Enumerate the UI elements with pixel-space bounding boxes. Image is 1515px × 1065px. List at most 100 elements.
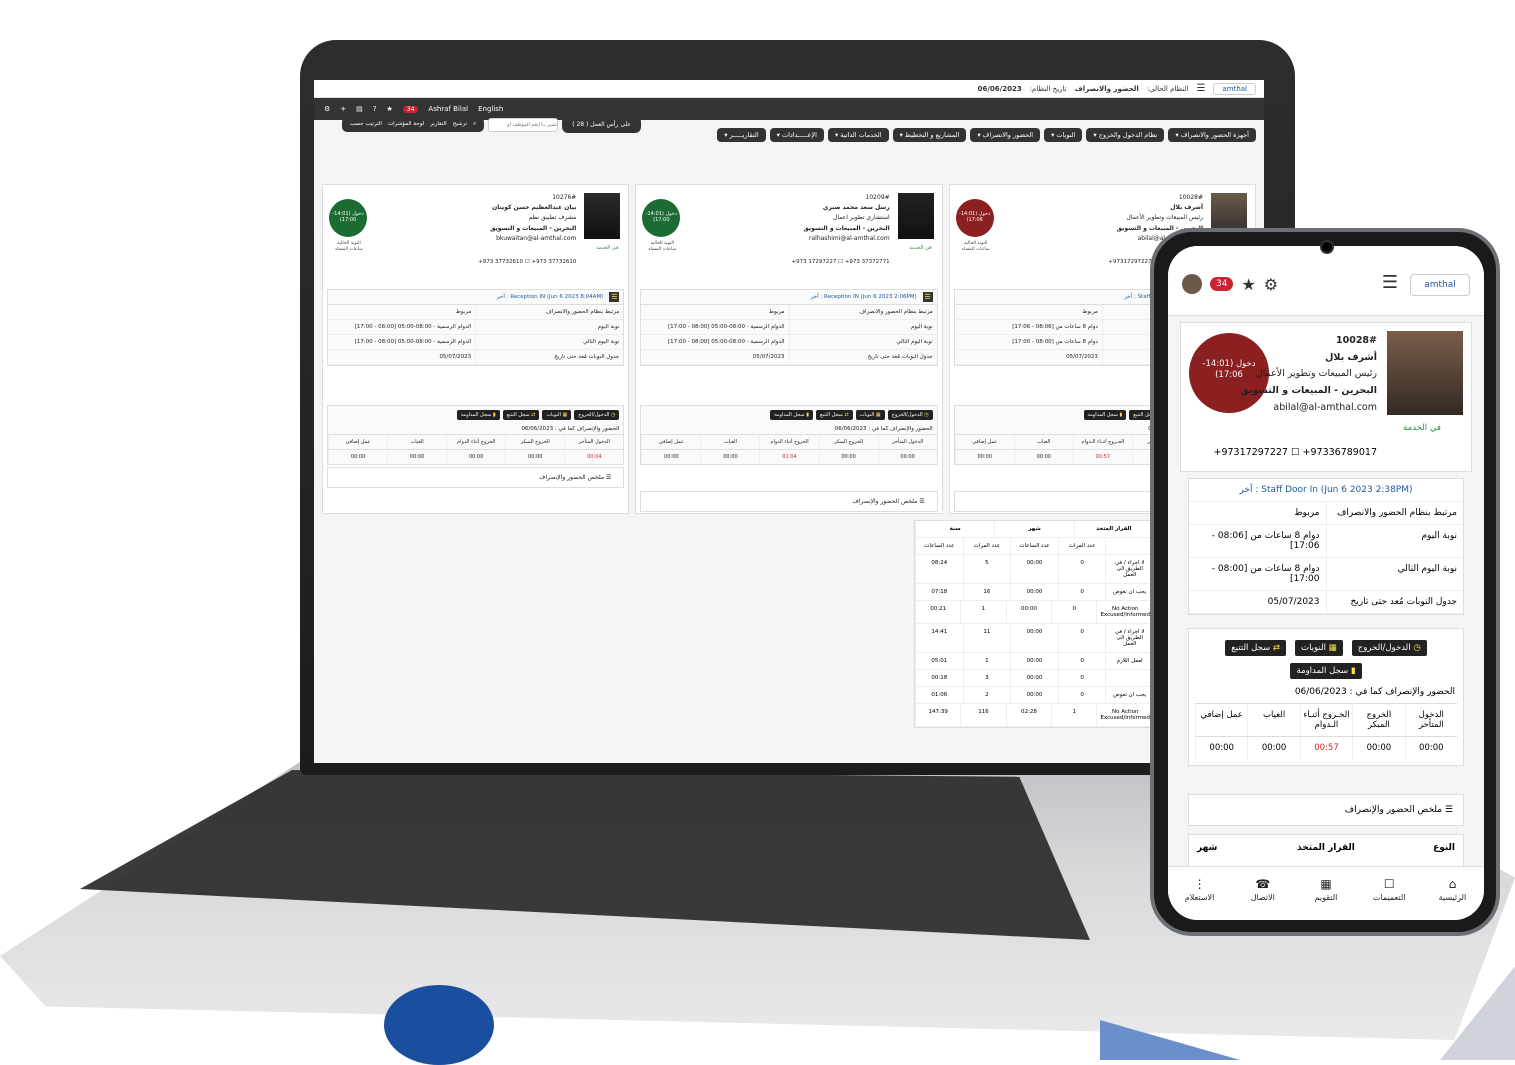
reports-link[interactable]: التقارير	[430, 121, 447, 128]
asof-label: الحضور والإنصراف كما في : 06/06/2023	[834, 426, 933, 432]
document-icon[interactable]: ▤	[356, 105, 363, 113]
attendance-section: ◷ الدخول/الخروج ▦ النوبات ⇄ سجل التتبع ▮…	[327, 405, 625, 465]
status-badge: دخول (14:01-17:00)	[642, 199, 681, 237]
inout-button[interactable]: ◷ الدخول/الخروج	[887, 410, 933, 420]
employee-info: 10276# بيان عبدالعظيم حسن كويتان مشرف تط…	[490, 193, 576, 244]
employee-dept: البحرين - المبيعات و التسويق	[1240, 384, 1377, 396]
nav-projects[interactable]: المشاريع و التخطيط ▾	[892, 128, 967, 142]
system-label: النظام الحالي:	[1146, 84, 1189, 93]
table-row: يجب ان تعوض 0 00:00 16 07:18	[915, 584, 1153, 601]
attendance-section: ◷ الدخول/الخروج ▦ النوبات ⇄ سجل التتبع ▮…	[640, 405, 938, 465]
employee-email[interactable]: bkuwaitan@al-amthal.com	[490, 234, 576, 244]
employee-name[interactable]: أشرف بلال	[1117, 203, 1203, 213]
nav-shifts[interactable]: النوبات ▾	[1044, 128, 1083, 142]
table-row: لا اجراء / في الطريق الى العمل 0 00:00 11 14…	[915, 624, 1153, 653]
employee-name[interactable]: رسل سعد محمد صبري	[803, 203, 890, 213]
attendance-log-button[interactable]: ▮ سجل المداومة	[1290, 663, 1362, 679]
laptop-screen: amthal ☰ النظام الحالي: الحضور والانصراف…	[314, 80, 1264, 763]
on-duty-count[interactable]: على رأس العمل ( 28 )	[562, 116, 641, 133]
in-service-label: في الخدمة	[909, 245, 932, 251]
nav-circulars[interactable]: ☐ التعميمات	[1358, 867, 1421, 920]
shifts-button[interactable]: ▦ النوبات	[1295, 640, 1343, 656]
filter-link[interactable]: ترشيح	[453, 121, 467, 128]
nav-settings[interactable]: الإعـــــدادات ▾	[769, 128, 824, 142]
summary-header[interactable]: ☰ ملخص الحضور والإنصراف	[640, 491, 938, 512]
nav-reports[interactable]: التقاريـــــر ▾	[717, 128, 766, 142]
table-row: لا اجراء / في الطريق الى العمل 0 00:00 5 08:…	[915, 555, 1153, 584]
employee-id: 10028#	[1178, 194, 1203, 201]
employee-name[interactable]: بيان عبدالعظيم حسن كويتان	[490, 203, 576, 213]
settings-icon[interactable]: ⚙	[1264, 275, 1278, 294]
shift-section: ☰ Reception IN (Jun 6 2023 8:04AM) : آخر …	[327, 289, 625, 366]
employee-dept: البحرين - المبيعات و التسويق	[803, 224, 890, 232]
nav-devices[interactable]: أجهزة الحضور والانصراف ▾	[1168, 128, 1256, 142]
employee-phone[interactable]: 37372771 973+ ☐ 17297227 973+	[792, 259, 890, 265]
shift-section: ☰ Reception IN (Jun 6 2023 2:06PM) : آخر …	[640, 289, 938, 366]
amthal-logo[interactable]: amthal	[1410, 274, 1470, 296]
summary-header[interactable]: ☰ ملخص الحضور والإنصراف	[327, 467, 625, 488]
nav-home[interactable]: ⌂ الرئيسية	[1421, 867, 1484, 920]
settings-icon[interactable]: ⚙	[324, 105, 330, 113]
inout-button[interactable]: ◷ الدخول/الخروج	[574, 410, 620, 420]
inout-button[interactable]: ◷ الدخول/الخروج	[1351, 640, 1427, 656]
current-shift: النوبة الحالية ساعات المساء	[961, 241, 990, 252]
last-punch: Staff Door In (Jun 6 2023 2:38PM) : آخر	[1189, 479, 1463, 502]
nav-entry-exit[interactable]: نظام الدخول والخروج ▾	[1086, 128, 1165, 142]
employee-card: دخول (14:01-17:00) النوبة الحالية ساعات ا…	[322, 184, 630, 514]
sort-link[interactable]: الترتيب حسب	[350, 121, 382, 128]
employee-title: استشاري تطوير اعمال	[833, 214, 890, 222]
employee-email[interactable]: ralhashimi@al-amthal.com	[803, 234, 890, 244]
menu-icon[interactable]: ☰	[609, 292, 620, 302]
attendance-section: ◷ الدخول/الخروج ▦ النوبات ⇄ سجل التتبع ▮…	[1188, 628, 1464, 766]
attendance-log-button[interactable]: ▮ سجل المداومة	[1083, 410, 1127, 420]
notification-badge[interactable]: 34	[1210, 277, 1234, 291]
amthal-logo[interactable]: amthal	[1213, 82, 1256, 95]
nav-contact[interactable]: ☎ الاتصال	[1231, 867, 1294, 920]
nav-inquiry[interactable]: ⋮ الاستعلام	[1168, 867, 1231, 920]
tracking-button[interactable]: ⇄ سجل التتبع	[815, 410, 853, 420]
contact-icon: ☎	[1255, 877, 1271, 891]
tracking-button[interactable]: ⇄ سجل التتبع	[502, 410, 540, 420]
avatar[interactable]	[1182, 274, 1202, 294]
nav-self-service[interactable]: الخدمات الذاتية ▾	[827, 128, 889, 142]
attendance-log-button[interactable]: ▮ سجل المداومة	[770, 410, 813, 420]
summary-header[interactable]: ☰ ملخص الحضور والإنصراف	[1188, 794, 1464, 826]
menu-icon[interactable]: ☰	[922, 292, 933, 302]
date-label: تاريخ النظام:	[1029, 84, 1067, 93]
employee-phone[interactable]: 37732610 973+ ☐ 37732610 973+	[478, 259, 576, 265]
nav-attendance[interactable]: الحضور والانصراف ▾	[970, 128, 1041, 142]
employee-photo	[897, 193, 934, 239]
star-icon[interactable]: ★	[1241, 275, 1255, 294]
in-service-label: في الخدمة	[1403, 423, 1441, 433]
bottom-nav: ⌂ الرئيسية ☐ التعميمات ▦ التقويم ☎ الاتصال ⋮…	[1168, 866, 1484, 920]
tracking-button[interactable]: ⇄ سجل التتبع	[1225, 640, 1286, 656]
attendance-log-button[interactable]: ▮ سجل المداومة	[456, 410, 500, 420]
employee-name[interactable]: أشرف بلال	[1240, 350, 1377, 367]
employee-phone[interactable]: 97336789017+ ☐ 97317297227+	[1214, 447, 1378, 458]
user-name[interactable]: Ashraf Bilal	[428, 105, 468, 113]
filter-bar: الترتيب حسب لوحة المؤشرات التقارير ترشيح…	[342, 117, 485, 132]
add-icon[interactable]: +	[340, 105, 346, 113]
nav-calendar[interactable]: ▦ التقويم	[1294, 867, 1357, 920]
favorites-icon[interactable]: ★	[387, 105, 393, 113]
search-icon[interactable]: ⌕	[473, 121, 476, 128]
menu-icon[interactable]: ☰	[1382, 272, 1398, 293]
phone-screen: amthal ☰ 34 ★ ⚙ دخول (14:01-17:06) 10028…	[1168, 246, 1484, 920]
employee-id: 10028#	[1335, 335, 1377, 346]
current-shift: النوبة الحالية ساعات المساء	[648, 241, 677, 252]
employee-card: دخول (14:01-17:06) 10028# أشرف بلال رئيس…	[1180, 322, 1472, 472]
decision-summary-table: القرار المتخذ شهر سنة عدد المرات عدد الساعا…	[914, 520, 1154, 728]
employee-info: 10209# رسل سعد محمد صبري استشاري تطوير ا…	[803, 193, 889, 244]
shifts-button[interactable]: ▦ النوبات	[542, 410, 572, 420]
current-shift: النوبة الحالية ساعات المساء	[335, 241, 363, 252]
dashboard-link[interactable]: لوحة المؤشرات	[388, 121, 424, 128]
notification-badge[interactable]: 34	[402, 105, 419, 113]
more-icon: ⋮	[1193, 877, 1206, 891]
employee-email[interactable]: abilal@al-amthal.com	[1240, 400, 1377, 417]
search-input[interactable]	[488, 117, 559, 132]
language-switch[interactable]: English	[478, 105, 503, 113]
shifts-button[interactable]: ▦ النوبات	[855, 410, 885, 420]
menu-icon[interactable]: ☰	[1197, 83, 1206, 94]
help-icon[interactable]: ?	[373, 105, 377, 113]
employee-title: مشرف تطبيق نظم	[528, 214, 577, 222]
